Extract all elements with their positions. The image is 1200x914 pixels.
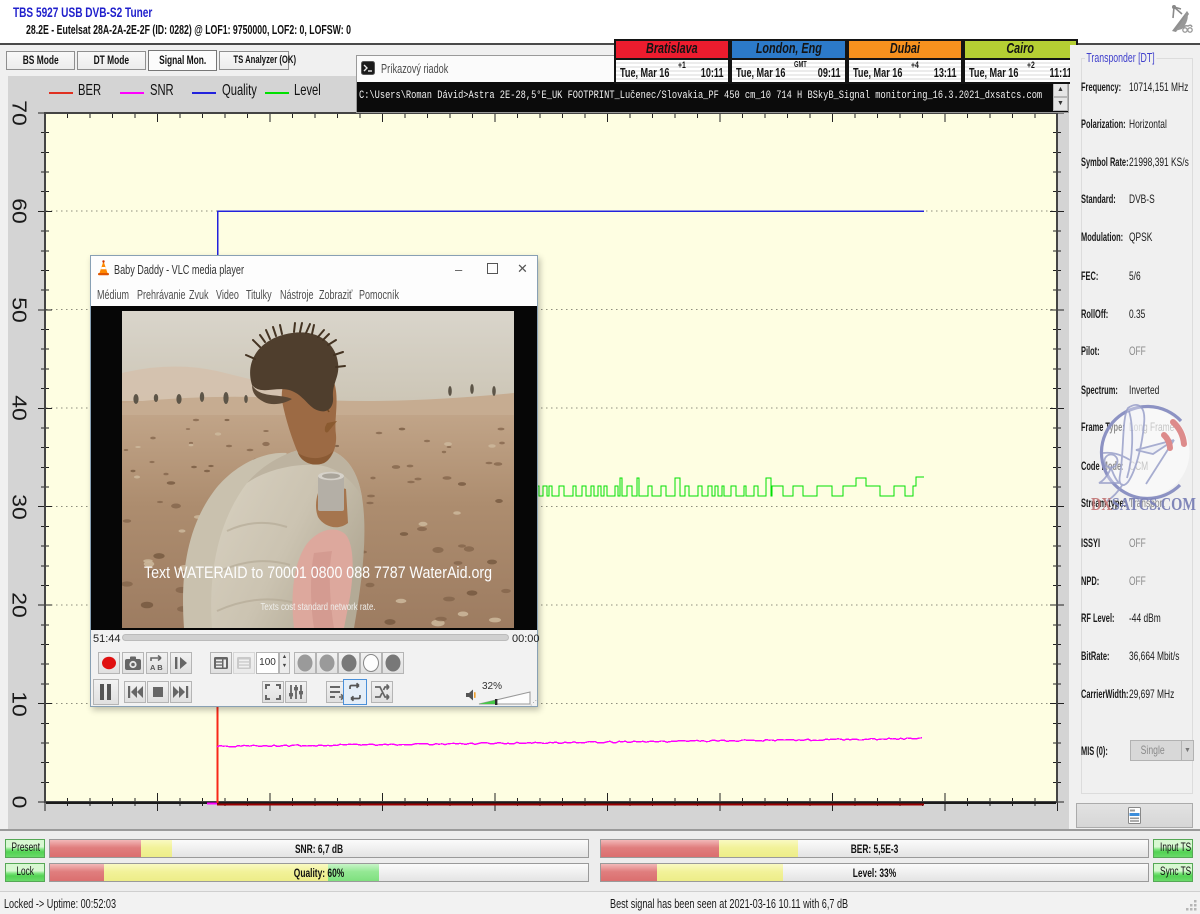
svg-text:Texts cost standard network ra: Texts cost standard network rate. [261, 602, 376, 613]
svg-text:DXSATCS.COM: DXSATCS.COM [1091, 494, 1196, 514]
svg-text:Text WATERAID to 70001 0800: Text WATERAID to 70001 0800 088 7787 Wat… [144, 564, 492, 582]
svg-text:A B: A B [150, 663, 163, 672]
